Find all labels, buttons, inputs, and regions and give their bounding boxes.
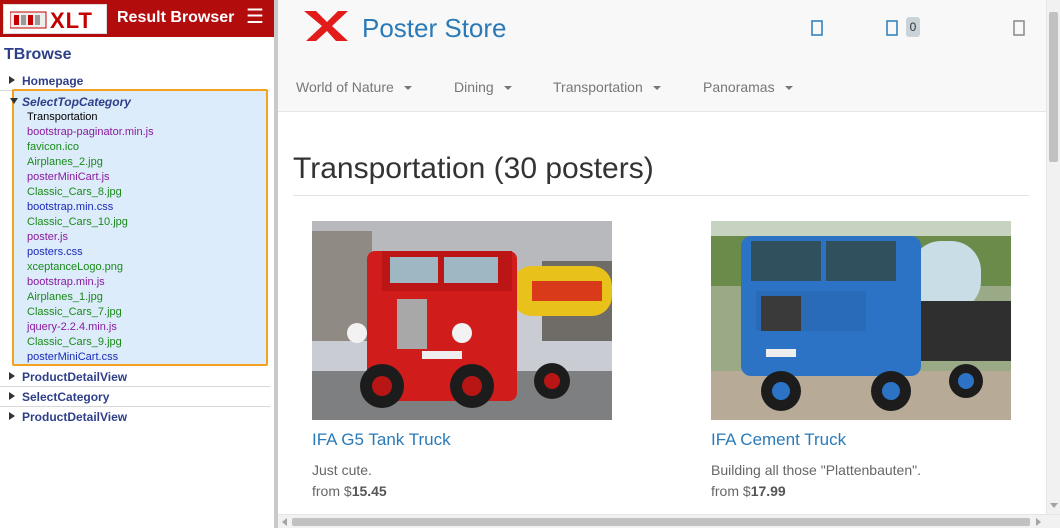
request-item[interactable]: Classic_Cars_9.jpg	[27, 335, 154, 350]
tree-node-label: ProductDetailView	[22, 410, 128, 424]
xlt-logo-text: XLT	[50, 8, 93, 33]
request-item[interactable]: Classic_Cars_10.jpg	[27, 215, 154, 230]
request-list: Transportation bootstrap-paginator.min.js…	[27, 110, 154, 365]
xlt-logo: XLT	[3, 4, 107, 34]
caret-down-icon	[403, 86, 412, 91]
product-image-blue-cement-truck[interactable]	[711, 221, 1011, 420]
app-window: XLT Result Browser ☰ TBrowse Homepage Se…	[0, 0, 1060, 528]
product-title[interactable]: IFA G5 Tank Truck	[312, 430, 451, 450]
tree-node-label: Homepage	[22, 74, 84, 88]
vertical-scrollbar-thumb[interactable]	[1049, 12, 1058, 162]
tree-node-selecttopcategory[interactable]: SelectTopCategory Transportation bootstra…	[10, 89, 268, 366]
hamburger-menu-icon[interactable]: ☰	[246, 6, 264, 28]
nav-category-label: Transportation	[553, 79, 643, 95]
xlt-logo-icon	[10, 11, 47, 29]
tree-node-productdetailview-2[interactable]: ProductDetailView	[0, 407, 270, 427]
result-browser-header: XLT Result Browser ☰	[0, 0, 274, 37]
cart-icon[interactable]	[886, 20, 898, 36]
request-item[interactable]: Airplanes_2.jpg	[27, 155, 154, 170]
tree-node-selectcategory[interactable]: SelectCategory	[0, 387, 270, 407]
request-item[interactable]: Transportation	[27, 110, 154, 125]
result-browser-panel: XLT Result Browser ☰ TBrowse Homepage Se…	[0, 0, 274, 528]
request-item[interactable]: Airplanes_1.jpg	[27, 290, 154, 305]
product-image-red-tank-truck[interactable]	[312, 221, 612, 420]
horizontal-scrollbar[interactable]	[278, 514, 1060, 528]
price-prefix: from $	[312, 483, 352, 499]
store-title[interactable]: Poster Store	[362, 13, 507, 44]
scroll-down-arrow-icon[interactable]	[1050, 503, 1058, 508]
result-browser-title: Result Browser	[117, 9, 235, 26]
request-item[interactable]: Classic_Cars_8.jpg	[27, 185, 154, 200]
request-item[interactable]: poster.js	[27, 230, 154, 245]
tree-node-label: SelectTopCategory	[22, 95, 131, 109]
nav-category-dining[interactable]: Dining	[454, 79, 512, 95]
scroll-left-arrow-icon[interactable]	[282, 518, 287, 526]
request-item[interactable]: posterMiniCart.css	[27, 350, 154, 365]
caret-down-icon	[784, 86, 793, 91]
request-item[interactable]: bootstrap.min.css	[27, 200, 154, 215]
cart-count-badge[interactable]: 0	[906, 17, 920, 37]
price-prefix: from $	[711, 483, 751, 499]
nav-category-label: Panoramas	[703, 79, 775, 95]
expand-arrow-icon[interactable]	[9, 392, 15, 400]
vertical-scrollbar[interactable]	[1046, 0, 1060, 514]
search-icon[interactable]	[811, 20, 823, 36]
store-navbar: Poster Store 0 World of Nature Dining Tr…	[278, 0, 1060, 112]
nav-category-world-of-nature[interactable]: World of Nature	[296, 79, 412, 95]
request-item[interactable]: bootstrap-paginator.min.js	[27, 125, 154, 140]
horizontal-scrollbar-thumb[interactable]	[292, 518, 1030, 526]
tree-node-homepage[interactable]: Homepage	[0, 71, 270, 91]
request-item[interactable]: posters.css	[27, 245, 154, 260]
tree-node-label: SelectCategory	[22, 390, 110, 404]
request-item[interactable]: posterMiniCart.js	[27, 170, 154, 185]
product-price: from $17.99	[711, 483, 786, 499]
request-item[interactable]: favicon.ico	[27, 140, 154, 155]
request-item[interactable]: Classic_Cars_7.jpg	[27, 305, 154, 320]
product-description: Building all those "Plattenbauten".	[711, 462, 921, 478]
divider	[293, 195, 1029, 196]
nav-category-transportation[interactable]: Transportation	[553, 79, 661, 95]
collapse-arrow-icon[interactable]	[10, 98, 18, 104]
nav-category-label: World of Nature	[296, 79, 394, 95]
page-title: Transportation (30 posters)	[293, 152, 654, 185]
product-price: from $15.45	[312, 483, 387, 499]
nav-category-panoramas[interactable]: Panoramas	[703, 79, 793, 95]
product-title[interactable]: IFA Cement Truck	[711, 430, 846, 450]
tree-node-label: ProductDetailView	[22, 370, 128, 384]
tree-title: TBrowse	[4, 46, 72, 63]
user-icon[interactable]	[1013, 20, 1025, 36]
product-description: Just cute.	[312, 462, 372, 478]
expand-arrow-icon[interactable]	[9, 412, 15, 420]
request-item[interactable]: bootstrap.min.js	[27, 275, 154, 290]
red-x-logo-icon[interactable]	[304, 9, 350, 43]
tree-node-productdetailview[interactable]: ProductDetailView	[0, 367, 270, 387]
request-item[interactable]: jquery-2.2.4.min.js	[27, 320, 154, 335]
expand-arrow-icon[interactable]	[9, 76, 15, 84]
caret-down-icon	[503, 86, 512, 91]
nav-category-label: Dining	[454, 79, 494, 95]
price-value: 15.45	[351, 483, 387, 499]
caret-down-icon	[652, 86, 661, 91]
page-view: Poster Store 0 World of Nature Dining Tr…	[278, 0, 1060, 528]
request-item[interactable]: xceptanceLogo.png	[27, 260, 154, 275]
price-value: 17.99	[750, 483, 786, 499]
scroll-right-arrow-icon[interactable]	[1036, 518, 1041, 526]
expand-arrow-icon[interactable]	[9, 372, 15, 380]
